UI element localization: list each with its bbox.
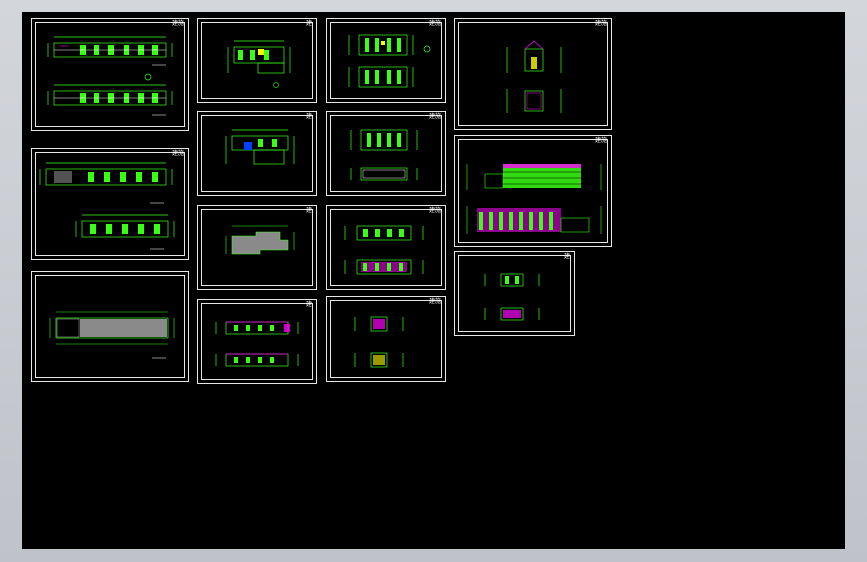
drawing-sheet-7[interactable]: 建 xyxy=(197,299,317,384)
sheet-drawing xyxy=(354,316,404,368)
sheet-drawing xyxy=(506,40,562,113)
sheet-drawing xyxy=(344,225,424,275)
sheet-drawing xyxy=(225,129,295,165)
drawing-sheet-12[interactable]: 建施 xyxy=(454,18,612,130)
drawing-sheet-3[interactable] xyxy=(31,271,189,382)
sheet-drawing xyxy=(49,311,175,359)
drawing-sheet-5[interactable]: 建 xyxy=(197,111,317,196)
drawing-sheet-4[interactable]: 建 xyxy=(197,18,317,103)
sheet-drawing xyxy=(39,162,175,250)
drawing-sheet-8[interactable]: 建施 xyxy=(326,18,446,103)
sheet-drawing xyxy=(484,273,540,321)
drawing-sheet-13[interactable]: 建施 xyxy=(454,135,612,247)
sheet-drawing xyxy=(47,36,173,116)
drawing-sheet-1[interactable]: 建施 xyxy=(31,18,189,131)
drawing-sheet-2[interactable]: 建施 xyxy=(31,148,189,260)
model-space-canvas[interactable]: 建施 建施 建 建 建 建 建施 建施 建施 建施 建施 建施 建 xyxy=(22,12,845,549)
drawing-sheet-14[interactable]: 建 xyxy=(454,251,575,336)
sheet-drawing xyxy=(227,40,291,88)
sheet-drawing xyxy=(215,321,299,367)
sheet-drawing xyxy=(348,34,431,88)
sheet-drawing xyxy=(225,225,295,255)
drawing-sheet-10[interactable]: 建施 xyxy=(326,205,446,290)
drawing-sheet-11[interactable]: 建施 xyxy=(326,296,446,382)
drawing-sheet-9[interactable]: 建施 xyxy=(326,111,446,196)
sheet-drawing xyxy=(350,129,418,181)
sheet-drawing xyxy=(466,164,602,234)
drawing-sheet-6[interactable]: 建 xyxy=(197,205,317,290)
